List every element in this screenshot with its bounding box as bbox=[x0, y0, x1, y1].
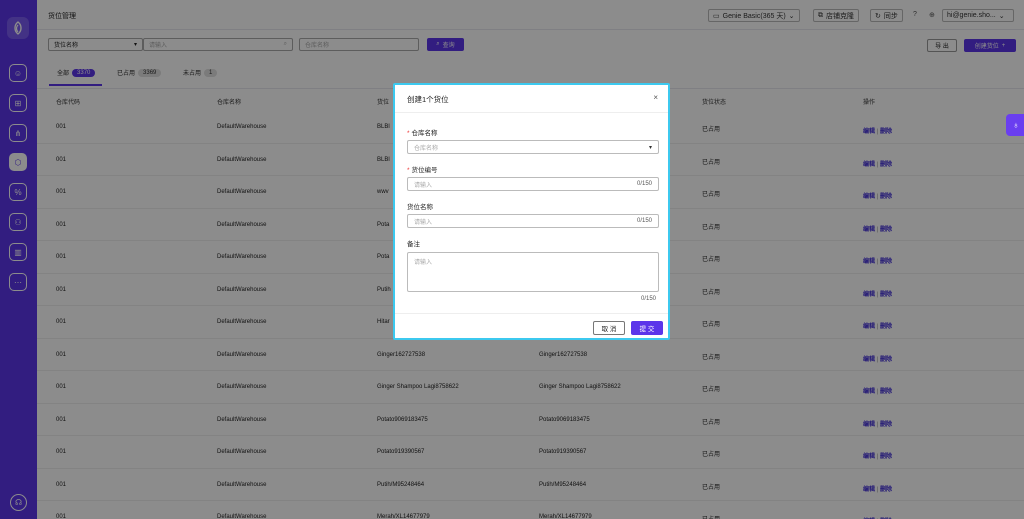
code-char-count: 0/150 bbox=[636, 181, 652, 187]
note-char-count: 0/150 bbox=[640, 296, 656, 302]
note-placeholder: 请输入 bbox=[414, 260, 433, 266]
code-input[interactable]: 请输入 0/150 bbox=[407, 177, 659, 191]
submit-button[interactable]: 提 交 bbox=[631, 321, 663, 335]
caret-down-icon: ▾ bbox=[648, 144, 652, 151]
name-placeholder: 请输入 bbox=[414, 219, 433, 226]
name-char-count: 0/150 bbox=[636, 218, 652, 224]
cancel-button[interactable]: 取 消 bbox=[593, 321, 625, 335]
note-textarea[interactable]: 请输入 bbox=[407, 252, 659, 292]
note-label: 备注 bbox=[407, 241, 420, 248]
code-label: * 货位编号 bbox=[407, 167, 438, 174]
warehouse-placeholder: 仓库名称 bbox=[414, 145, 439, 152]
code-placeholder: 请输入 bbox=[414, 182, 433, 189]
warehouse-label: * 仓库名称 bbox=[407, 130, 438, 137]
dialog-title: 创建1个货位 bbox=[407, 95, 449, 104]
warehouse-select[interactable]: 仓库名称 ▾ bbox=[407, 140, 659, 154]
close-icon[interactable]: × bbox=[653, 93, 658, 102]
name-label: 货位名称 bbox=[407, 204, 433, 211]
lightbulb-icon[interactable]: ♁ bbox=[1006, 114, 1024, 136]
create-location-dialog: 创建1个货位 × * 仓库名称 仓库名称 ▾ * 货位编号 请输入 0/150 货位… bbox=[393, 83, 670, 340]
divider bbox=[395, 112, 668, 113]
name-input[interactable]: 请输入 0/150 bbox=[407, 214, 659, 228]
divider bbox=[395, 313, 668, 314]
